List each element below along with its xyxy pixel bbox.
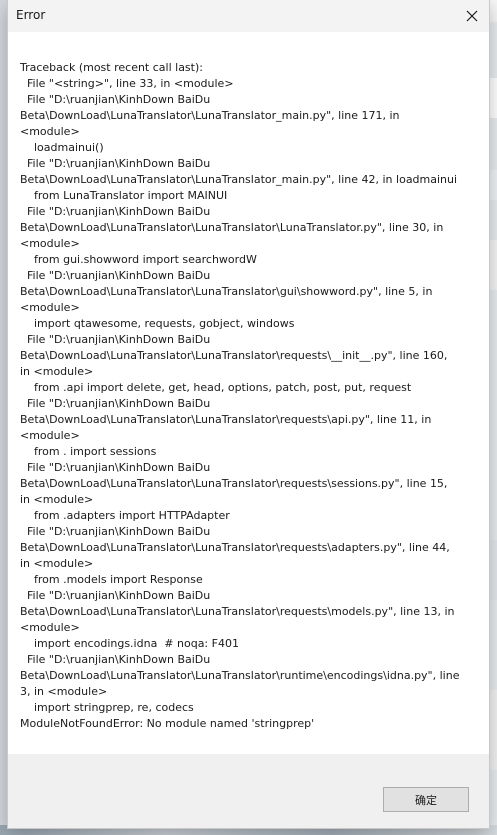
dialog-footer: 确定 [8,754,489,828]
ok-button[interactable]: 确定 [383,787,469,812]
dialog-title: Error [16,8,46,22]
error-traceback-text: Traceback (most recent call last): File … [20,61,460,730]
close-button[interactable] [455,0,489,32]
background-window-left [0,0,8,835]
dialog-content: Traceback (most recent call last): File … [8,32,489,754]
error-dialog: Error Traceback (most recent call last):… [8,0,489,828]
dialog-titlebar[interactable]: Error [8,0,489,32]
close-icon [466,10,478,22]
